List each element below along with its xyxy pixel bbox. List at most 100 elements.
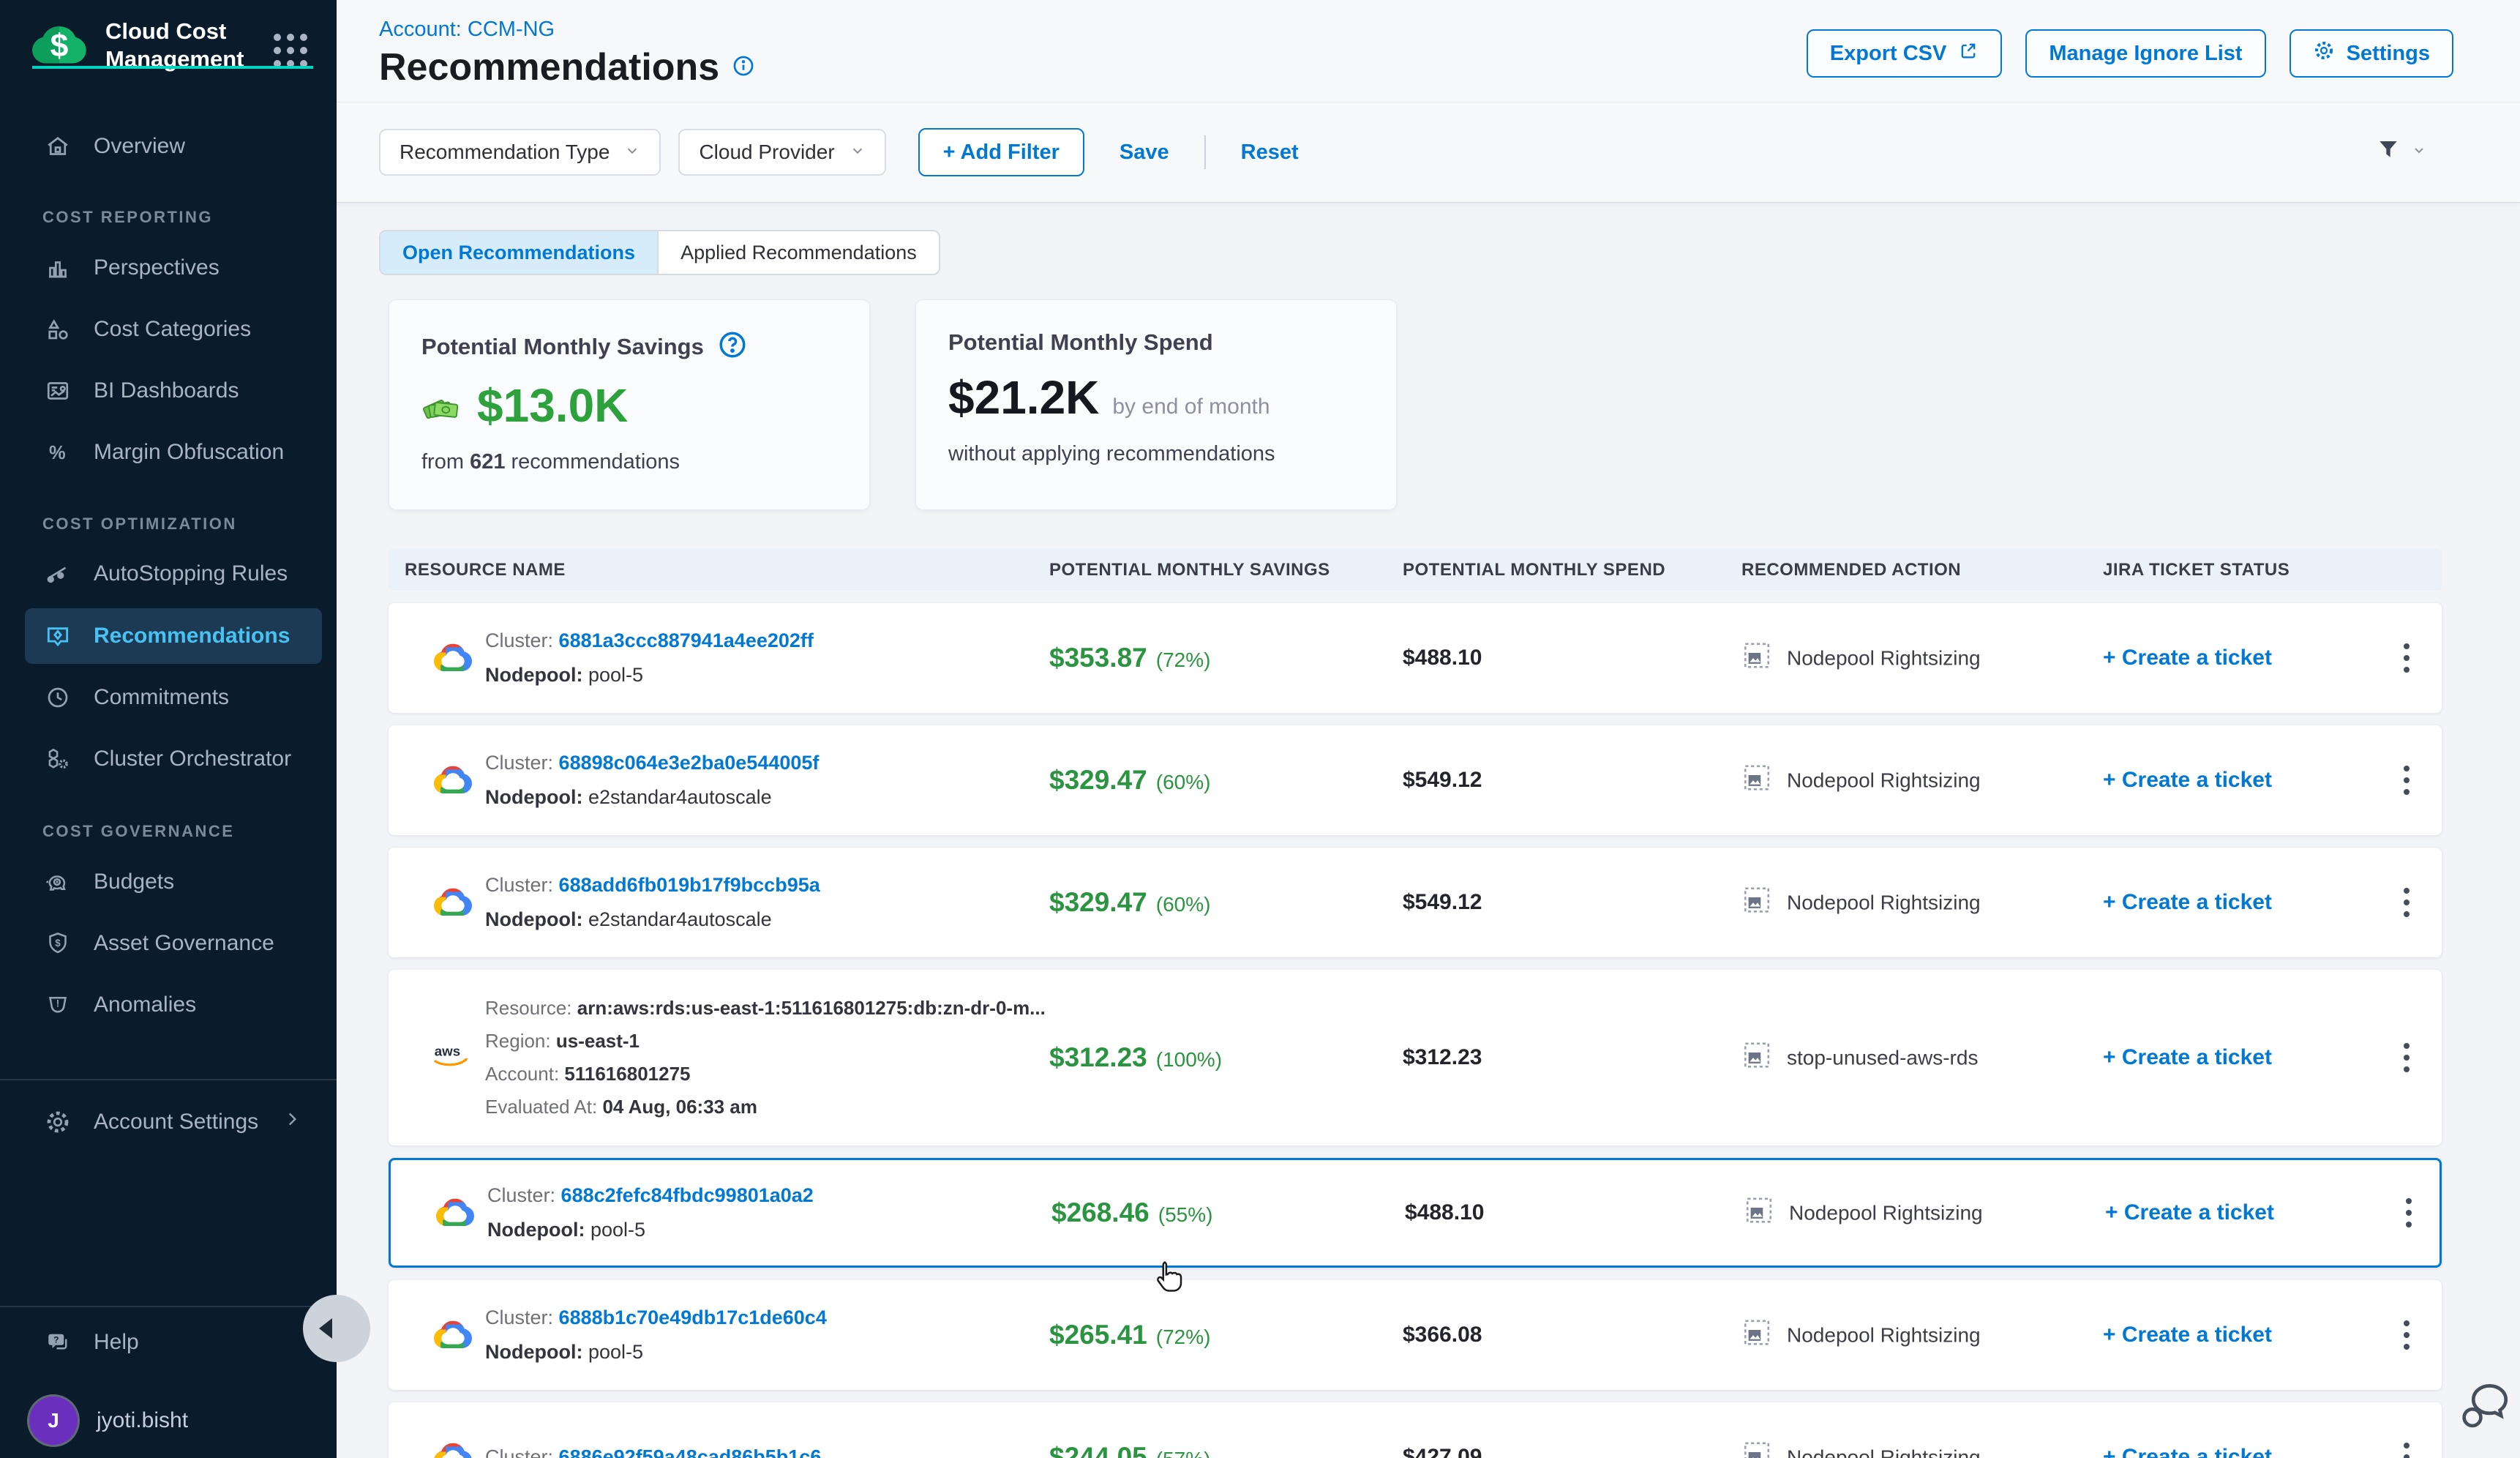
manage-ignore-list-button[interactable]: Manage Ignore List [2025,29,2265,78]
savings-cell: $244.05(57%) [1049,1442,1210,1458]
main-content: Account: CCM-NG Recommendations Export C… [337,0,2520,1458]
kebab-menu-icon[interactable] [2399,761,2414,799]
table-row-selected[interactable]: Cluster: 688c2fefc84fbdc99801a0a2 Nodepo… [389,1158,2442,1268]
create-ticket-link[interactable]: + Create a ticket [2105,1200,2274,1225]
create-ticket-link[interactable]: + Create a ticket [2103,890,2272,915]
savings-cell: $353.87(72%) [1049,643,1210,673]
recommendations-icon [42,621,73,651]
aws-icon: aws [432,1042,476,1074]
add-filter-button[interactable]: + Add Filter [918,128,1084,176]
action-cell: Nodepool Rightsizing [1741,763,1981,799]
kebab-menu-icon[interactable] [2399,1039,2414,1077]
resource-link[interactable]: 688add6fb019b17f9bccb95a [559,874,820,896]
table-row[interactable]: Cluster: 6886e92f59a48cad86b5b1c6 $244.0… [389,1402,2442,1458]
settings-button[interactable]: Settings [2290,29,2453,78]
brand-divider [32,66,313,69]
sidebar-item-bi-dashboards[interactable]: BI Dashboards [25,368,322,414]
cloud-provider-dropdown[interactable]: Cloud Provider [678,129,885,176]
resource-link[interactable]: 68898c064e3e2ba0e544005f [559,752,820,774]
col-jira-ticket-status: JIRA TICKET STATUS [2103,560,2290,580]
kebab-menu-icon[interactable] [2399,639,2414,677]
table-row[interactable]: aws Resource: arn:aws:rds:us-east-1:5116… [389,970,2442,1145]
kebab-menu-icon[interactable] [2399,1438,2414,1458]
potential-monthly-spend-card: Potential Monthly Spend $21.2K by end of… [915,299,1397,510]
chevron-left-icon [319,1318,332,1339]
support-chat-icon[interactable] [2457,1378,2519,1440]
chevron-down-icon [850,141,866,164]
create-ticket-link[interactable]: + Create a ticket [2103,768,2272,793]
sidebar-item-cluster-orchestrator[interactable]: Cluster Orchestrator [25,736,322,782]
sidebar-item-overview[interactable]: Overview [25,124,322,169]
table-row[interactable]: Cluster: 688add6fb019b17f9bccb95a Nodepo… [389,848,2442,957]
action-cell: Nodepool Rightsizing [1741,640,1981,676]
table-row[interactable]: Cluster: 6881a3ccc887941a4ee202ff Nodepo… [389,603,2442,713]
create-ticket-link[interactable]: + Create a ticket [2103,646,2272,670]
spend-cell: $312.23 [1403,1045,1482,1070]
user-profile[interactable]: J jyoti.bisht [29,1397,188,1445]
savings-cell: $312.23(100%) [1049,1042,1222,1073]
tab-open-recommendations[interactable]: Open Recommendations [380,231,659,274]
create-ticket-link[interactable]: + Create a ticket [2103,1445,2272,1458]
tab-applied-recommendations[interactable]: Applied Recommendations [659,231,939,274]
create-ticket-link[interactable]: + Create a ticket [2103,1323,2272,1347]
gcp-icon [432,758,474,804]
savings-subtext: from 621 recommendations [421,450,837,474]
sidebar-item-cost-categories[interactable]: Cost Categories [25,307,322,352]
create-ticket-link[interactable]: + Create a ticket [2103,1045,2272,1070]
help-chat-icon: ? [42,1327,73,1358]
sidebar-item-account-settings[interactable]: Account Settings [25,1099,322,1145]
col-recommended-action: RECOMMENDED ACTION [1741,560,1961,580]
sidebar-item-margin-obfuscation[interactable]: % Margin Obfuscation [25,430,322,475]
filter-bar: Recommendation Type Cloud Provider + Add… [337,102,2520,203]
sidebar-item-help[interactable]: ? Help [25,1320,322,1365]
resource-link[interactable]: 6886e92f59a48cad86b5b1c6 [559,1446,822,1458]
svg-text:$: $ [55,938,61,949]
gcp-icon [432,635,474,681]
reset-filter-link[interactable]: Reset [1241,141,1299,165]
clock-refresh-icon [42,682,73,713]
section-cost-optimization: COST OPTIMIZATION [42,515,237,534]
resource-link[interactable]: 688c2fefc84fbdc99801a0a2 [561,1184,814,1206]
resource-link[interactable]: 6888b1c70e49db17c1de60c4 [559,1306,827,1328]
chevron-down-icon [624,141,640,164]
sidebar-collapse-handle[interactable] [303,1295,370,1362]
table-row[interactable]: Cluster: 6888b1c70e49db17c1de60c4 Nodepo… [389,1280,2442,1390]
savings-cell: $329.47(60%) [1049,887,1210,918]
sidebar-item-recommendations[interactable]: Recommendations [25,608,322,664]
svg-text:?: ? [53,1334,59,1345]
autostopping-icon [42,558,73,589]
gear-icon [42,1107,73,1137]
chevron-down-icon [2412,143,2426,162]
spend-subtext: without applying recommendations [948,442,1364,466]
hexagons-gear-icon [42,744,73,774]
savings-cell: $265.41(72%) [1049,1320,1210,1350]
info-icon[interactable] [731,53,756,82]
svg-text:!: ! [56,998,60,1009]
sidebar-item-anomalies[interactable]: ! Anomalies [25,982,322,1028]
action-cell: Nodepool Rightsizing [1744,1195,1983,1231]
sidebar-item-asset-governance[interactable]: $ Asset Governance [25,921,322,966]
resource-link[interactable]: 6881a3ccc887941a4ee202ff [559,629,814,651]
piggy-bank-icon [42,867,73,897]
app-switcher-icon[interactable] [274,34,307,67]
save-filter-link[interactable]: Save [1120,141,1169,165]
gcp-icon [432,880,474,926]
nodepool-icon [1741,1317,1772,1353]
kebab-menu-icon[interactable] [2399,1316,2414,1354]
table-row[interactable]: Cluster: 68898c064e3e2ba0e544005f Nodepo… [389,725,2442,835]
export-csv-button[interactable]: Export CSV [1807,29,2003,78]
question-icon[interactable] [717,329,748,364]
cloud-dollar-logo-icon: $ [29,21,89,70]
kebab-menu-icon[interactable] [2399,883,2414,921]
kebab-menu-icon[interactable] [2401,1194,2416,1232]
filter-panel-toggle[interactable] [2374,136,2426,169]
page-title: Recommendations [379,45,719,89]
money-bills-icon [421,388,464,425]
svg-text:%: % [49,443,66,463]
sidebar-item-budgets[interactable]: Budgets [25,859,322,905]
account-breadcrumb[interactable]: Account: CCM-NG [379,18,555,42]
sidebar-item-autostopping-rules[interactable]: AutoStopping Rules [25,551,322,597]
sidebar-item-commitments[interactable]: Commitments [25,675,322,720]
sidebar-item-perspectives[interactable]: Perspectives [25,245,322,291]
recommendation-type-dropdown[interactable]: Recommendation Type [379,129,661,176]
